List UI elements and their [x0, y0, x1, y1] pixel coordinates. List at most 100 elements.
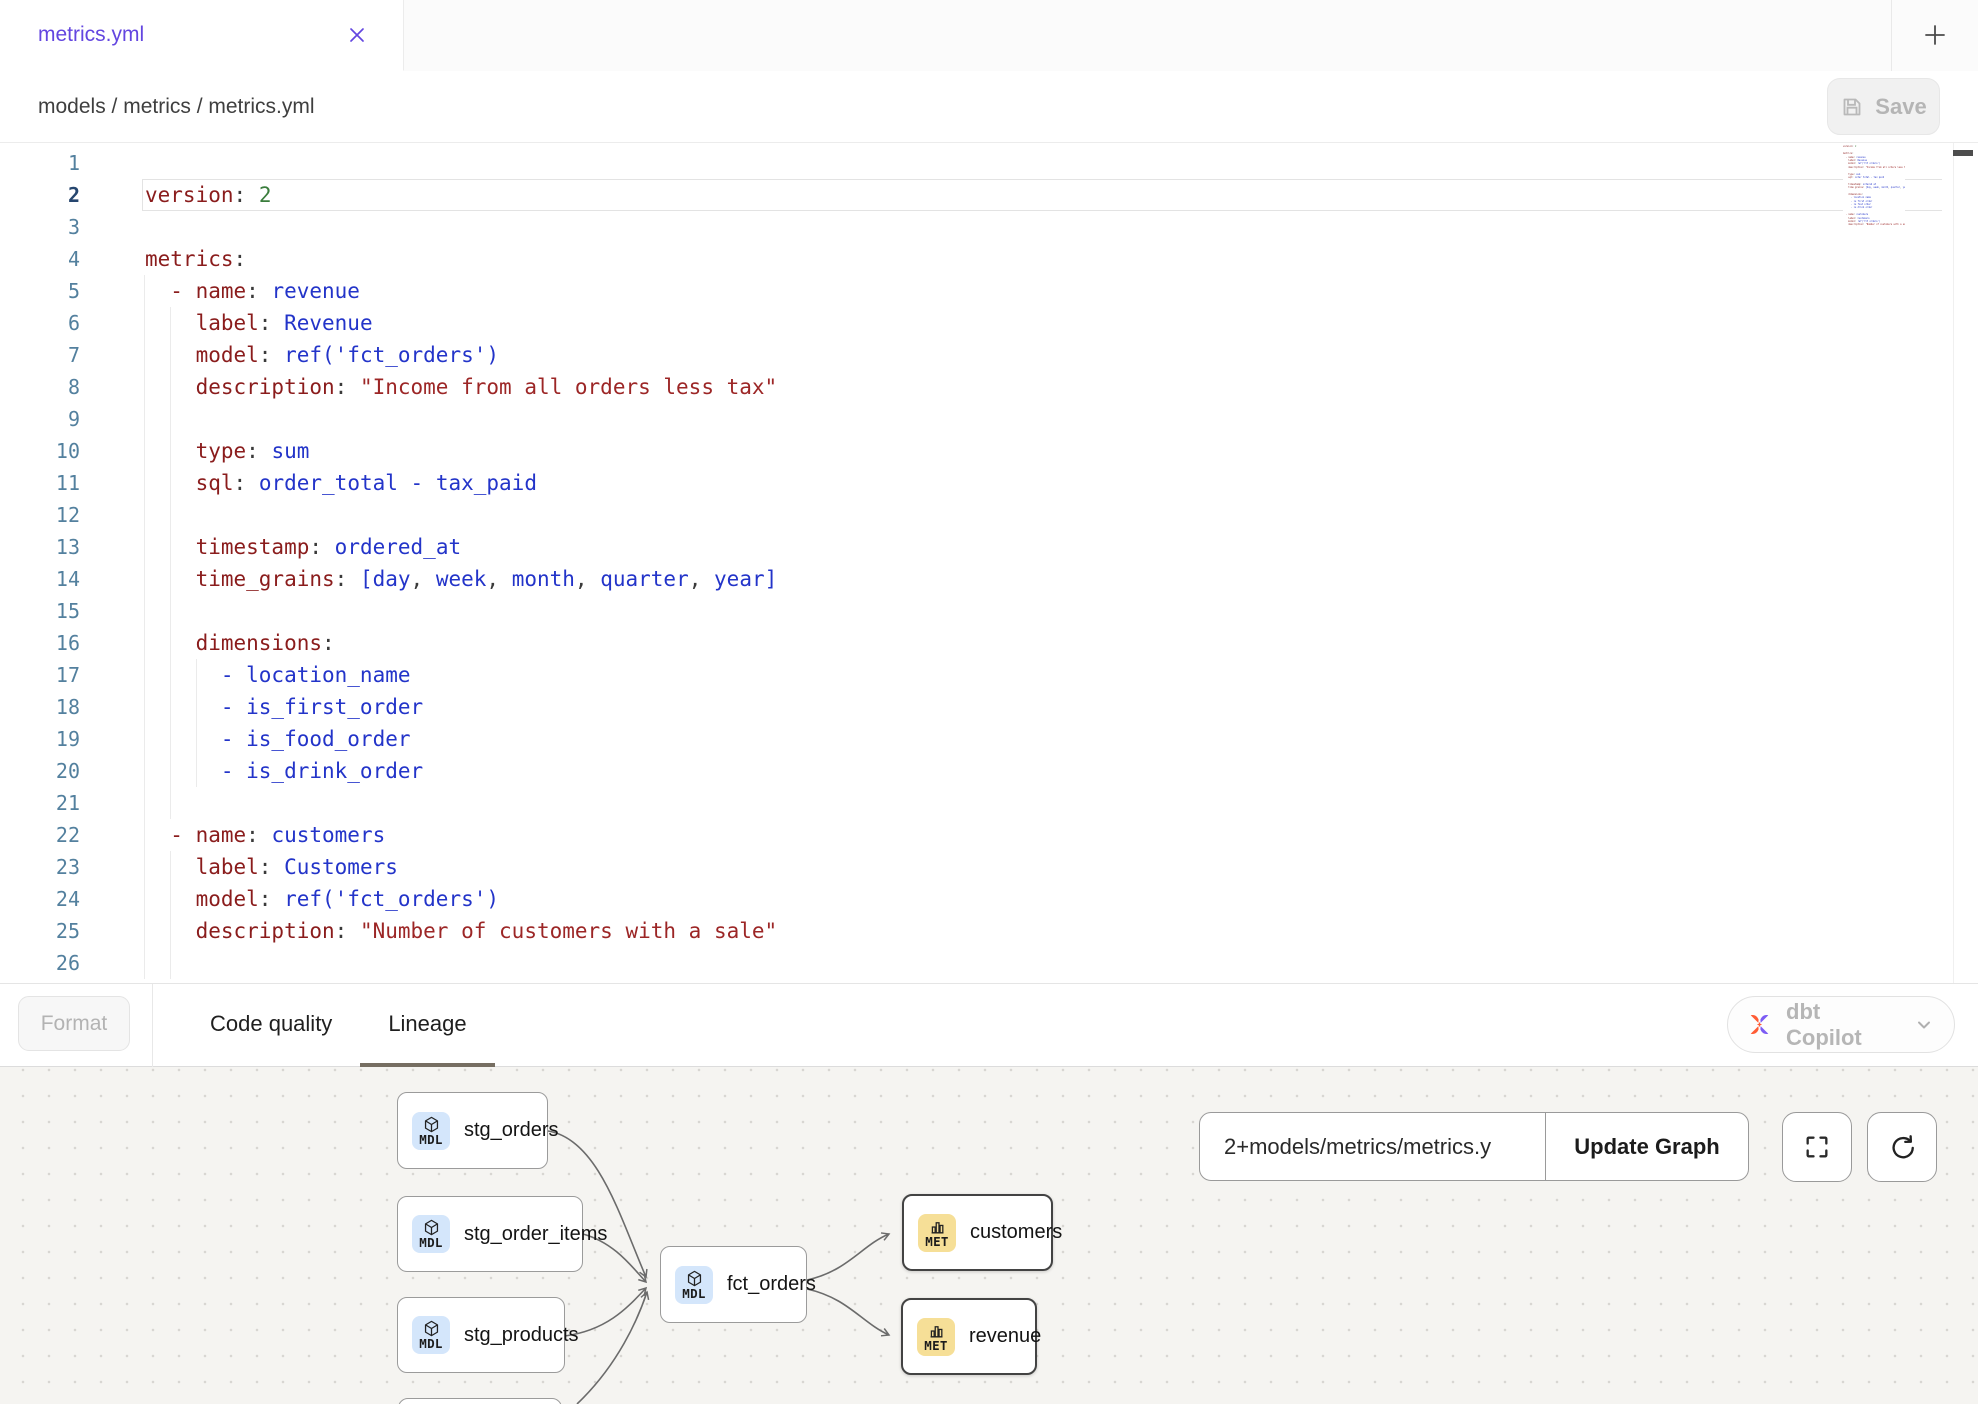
code-line-8[interactable]: 8 description: "Income from all orders l… [0, 371, 1978, 403]
lineage-edge-3 [577, 1292, 647, 1404]
code-line-5[interactable]: 5 - name: revenue [0, 275, 1978, 307]
editor-scrollbar-track[interactable] [1953, 143, 1954, 983]
badge-label: MDL [419, 1236, 442, 1249]
code-line-24[interactable]: 24 model: ref('fct_orders') [0, 883, 1978, 915]
model-badge: MDL [675, 1266, 713, 1304]
tab-metrics-yml[interactable]: metrics.yml [0, 0, 404, 71]
line-number: 2 [0, 179, 80, 211]
line-number: 19 [0, 723, 80, 755]
code-line-23[interactable]: 23 label: Customers [0, 851, 1978, 883]
model-badge: MDL [412, 1316, 450, 1354]
lineage-node-customers[interactable]: METcustomers [902, 1194, 1053, 1271]
graph-search-input[interactable]: 2+models/metrics/metrics.y [1200, 1113, 1545, 1180]
fullscreen-button[interactable] [1782, 1112, 1852, 1182]
code-lines: 12version: 234metrics:5 - name: revenue6… [0, 147, 1978, 979]
save-label: Save [1875, 94, 1926, 120]
lineage-node-stg_orders[interactable]: MDLstg_orders [397, 1092, 548, 1169]
code-line-18[interactable]: 18 - is_first_order [0, 691, 1978, 723]
line-number: 24 [0, 883, 80, 915]
line-number: 18 [0, 691, 80, 723]
breadcrumb: models / metrics / metrics.yml [38, 71, 315, 142]
tab-lineage[interactable]: Lineage [360, 984, 494, 1067]
code-line-20[interactable]: 20 - is_drink_order [0, 755, 1978, 787]
update-graph-button[interactable]: Update Graph [1545, 1113, 1748, 1180]
format-button[interactable]: Format [18, 996, 130, 1051]
code-line-1[interactable]: 1 [0, 147, 1978, 179]
plus-icon [1923, 23, 1947, 47]
code-line-11[interactable]: 11 sql: order_total - tax_paid [0, 467, 1978, 499]
breadcrumb-row: models / metrics / metrics.yml Save [0, 71, 1978, 143]
code-line-4[interactable]: 4metrics: [0, 243, 1978, 275]
code-line-16[interactable]: 16 dimensions: [0, 627, 1978, 659]
tab-bar: metrics.yml [0, 0, 1978, 72]
badge-label: MET [924, 1339, 947, 1352]
code-line-13[interactable]: 13 timestamp: ordered_at [0, 531, 1978, 563]
model-cube-icon [686, 1270, 703, 1287]
model-cube-icon [423, 1116, 440, 1133]
lineage-node-stg_order_items[interactable]: MDLstg_order_items [397, 1196, 583, 1272]
lineage-canvas[interactable]: MDLstg_ordersMDLstg_order_itemsMDLstg_pr… [0, 1067, 1978, 1404]
code-line-2[interactable]: 2version: 2 [0, 179, 1978, 211]
badge-label: MDL [419, 1337, 442, 1350]
lineage-node-fct_orders[interactable]: MDLfct_orders [660, 1246, 807, 1323]
code-line-21[interactable]: 21 [0, 787, 1978, 819]
save-button[interactable]: Save [1827, 78, 1940, 135]
refresh-button[interactable] [1867, 1112, 1937, 1182]
line-number: 22 [0, 819, 80, 851]
badge-label: MET [925, 1235, 948, 1248]
code-line-26[interactable]: 26 [0, 947, 1978, 979]
model-cube-icon [423, 1219, 440, 1236]
code-line-3[interactable]: 3 [0, 211, 1978, 243]
minimap-content: version: 2metrics: - name: revenue label… [1843, 143, 1905, 231]
line-number: 5 [0, 275, 80, 307]
line-number: 9 [0, 403, 80, 435]
line-number: 21 [0, 787, 80, 819]
code-line-19[interactable]: 19 - is_food_order [0, 723, 1978, 755]
line-number: 17 [0, 659, 80, 691]
code-line-10[interactable]: 10 type: sum [0, 435, 1978, 467]
node-label: fct_orders [727, 1273, 816, 1296]
editor-scrollbar-thumb[interactable] [1953, 150, 1973, 156]
code-editor[interactable]: 12version: 234metrics:5 - name: revenue6… [0, 143, 1978, 983]
line-number: 13 [0, 531, 80, 563]
panel-tabs: Code quality Lineage [182, 984, 495, 1067]
badge-label: MDL [419, 1133, 442, 1146]
line-number: 15 [0, 595, 80, 627]
node-label: stg_order_items [464, 1223, 607, 1246]
model-badge: MDL [412, 1112, 450, 1150]
badge-label: MDL [682, 1287, 705, 1300]
lineage-node-stg_products[interactable]: MDLstg_products [397, 1297, 565, 1373]
code-line-15[interactable]: 15 [0, 595, 1978, 627]
graph-search-control: 2+models/metrics/metrics.y Update Graph [1199, 1112, 1749, 1181]
metric-badge: MET [918, 1214, 956, 1252]
code-line-12[interactable]: 12 [0, 499, 1978, 531]
code-line-22[interactable]: 22 - name: customers [0, 819, 1978, 851]
code-line-25[interactable]: 25 description: "Number of customers wit… [0, 915, 1978, 947]
line-number: 11 [0, 467, 80, 499]
line-number: 14 [0, 563, 80, 595]
node-label: stg_products [464, 1324, 579, 1347]
line-number: 23 [0, 851, 80, 883]
tabbar-divider [1891, 0, 1892, 71]
chevron-down-icon [1914, 1015, 1934, 1035]
code-line-17[interactable]: 17 - location_name [0, 659, 1978, 691]
line-number: 12 [0, 499, 80, 531]
dbt-copilot-label: dbt Copilot [1786, 999, 1901, 1051]
code-line-9[interactable]: 9 [0, 403, 1978, 435]
close-icon[interactable] [347, 25, 367, 45]
lineage-node-revenue[interactable]: METrevenue [901, 1298, 1037, 1375]
lineage-node-partial_node[interactable] [398, 1398, 562, 1404]
editor-minimap[interactable]: version: 2metrics: - name: revenue label… [1843, 143, 1905, 243]
model-cube-icon [423, 1320, 440, 1337]
dbt-copilot-button[interactable]: dbt Copilot [1727, 996, 1955, 1053]
code-line-7[interactable]: 7 model: ref('fct_orders') [0, 339, 1978, 371]
fullscreen-icon [1803, 1133, 1831, 1161]
node-label: revenue [969, 1325, 1041, 1348]
new-tab-button[interactable] [1912, 12, 1958, 58]
line-number: 1 [0, 147, 80, 179]
line-number: 6 [0, 307, 80, 339]
code-line-14[interactable]: 14 time_grains: [day, week, month, quart… [0, 563, 1978, 595]
line-number: 26 [0, 947, 80, 979]
code-line-6[interactable]: 6 label: Revenue [0, 307, 1978, 339]
tab-code-quality[interactable]: Code quality [182, 984, 360, 1067]
